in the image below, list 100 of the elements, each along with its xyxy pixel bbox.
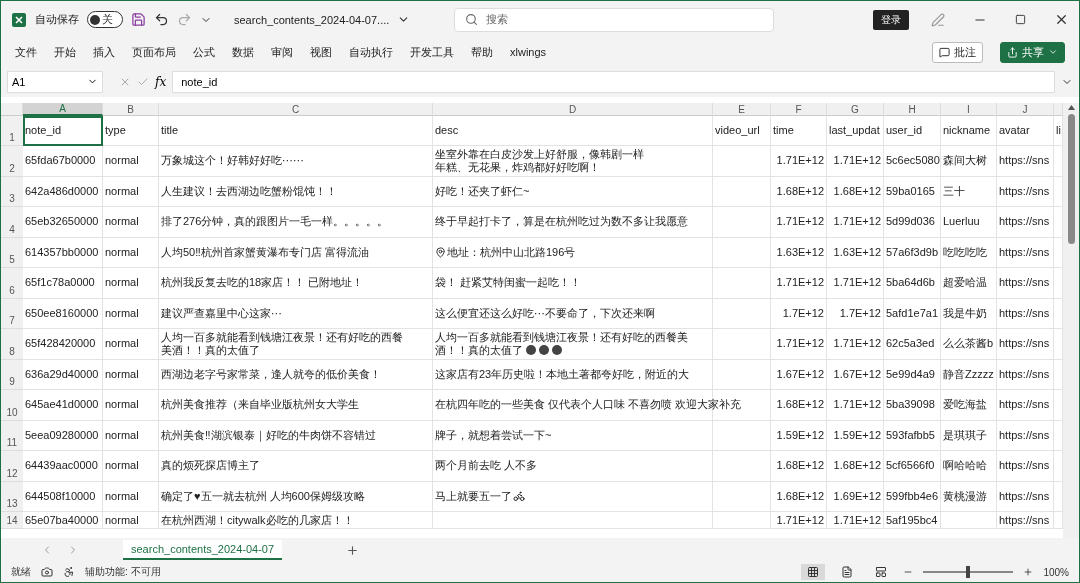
table-cell: 建议严查嘉里中心这家⋯ [159,298,433,329]
emoji-icon [526,345,536,356]
menu-item[interactable]: 页面布局 [132,44,176,60]
search-field[interactable]: 搜索 [454,7,775,32]
row-number: 1 [1,116,23,146]
row-number: 10 [1,390,23,421]
table-cell: https://sns [997,207,1054,238]
table-cell: 5ba39098 [884,390,941,421]
column-header[interactable]: E [713,103,771,116]
table-cell: 1.7E+12 [771,298,827,329]
table-cell: 1.68E+12 [771,451,827,482]
table-cell: 614357bb0000 [23,237,103,268]
emoji-icon [552,345,562,356]
share-icon [1007,46,1018,58]
menu-item[interactable]: xlwings [510,46,547,58]
table-cell: 终于早起打卡了，算是在杭州吃过为数不多让我愿意 [433,207,771,238]
column-header[interactable]: F [771,103,827,116]
menu-item[interactable]: 开发工具 [410,44,454,60]
table-cell: title [159,116,433,146]
table-cell: normal [103,237,159,268]
vertical-scrollbar[interactable] [1063,103,1079,538]
table-cell: 人均一百多就能看到钱塘江夜景！还有好吃的西餐 美酒！！真的太值了 [159,329,433,360]
table-cell: 这家店有23年历史啦！本地土著都夸好吃，附近的大 [433,359,771,390]
zoom-in-icon[interactable] [1023,567,1034,577]
table-cell: 593fafbb5 [884,420,941,451]
maximize-icon[interactable] [1015,14,1026,25]
function-label[interactable]: fx [155,74,167,89]
table-cell: 1.68E+12 [771,390,827,421]
table-cell: https://sns [997,268,1054,299]
view-button[interactable] [801,564,826,580]
table-cell: normal [103,390,159,421]
share-button[interactable]: 共享 [1000,41,1065,63]
table-cell: 1.7E+12 [827,298,884,329]
table-cell: 么么茶酱b [941,329,997,360]
sheet-tab[interactable]: search_contents_2024-04-07 [123,540,283,560]
file-title[interactable]: search_contents_2024-04-07.... [234,13,390,26]
zoom-level[interactable]: 100% [1043,566,1069,578]
excel-logo-icon [11,11,27,28]
row-number: 9 [1,359,23,390]
formula-field[interactable]: note_id [172,70,1055,93]
table-cell: normal [103,420,159,451]
table-cell: 636a29d40000 [23,359,103,390]
grid-icon [807,566,820,578]
menu-item[interactable]: 开始 [54,44,76,60]
table-cell: 袋！ 赶紧艾特闺蜜一起吃！！ [433,268,771,299]
column-header[interactable]: D [433,103,713,116]
column-header[interactable]: I [941,103,997,116]
login-button[interactable]: 登录 [873,9,909,30]
menu-item[interactable]: 文件 [15,44,37,60]
autosave-toggle[interactable]: 关 [87,11,123,28]
pen-icon[interactable] [931,12,945,27]
add-sheet-icon[interactable] [346,543,360,557]
empty-cell [941,512,997,529]
empty-cell [713,512,771,529]
table-cell: 1.71E+12 [771,329,827,360]
table-cell: 65e07ba40000 [23,512,103,529]
table-cell: 人均一百多就能看到钱塘江夜景！还有好吃的西餐美 酒！！真的太值了 [433,329,771,360]
menu-item[interactable]: 数据 [232,44,254,60]
menu-item[interactable]: 自动执行 [349,44,393,60]
undo-icon[interactable] [154,12,169,27]
table-cell: time [771,116,827,146]
comment-button[interactable]: 批注 [932,41,983,63]
accessibility-icon[interactable] [63,566,75,578]
table-cell: 59ba0165 [884,176,941,207]
column-header[interactable]: B [103,103,159,116]
name-box[interactable]: A1 [7,70,103,93]
scroll-thumb[interactable] [1067,114,1075,244]
table-cell: 1.69E+12 [827,481,884,512]
column-header[interactable]: G [827,103,884,116]
table-cell: 1.59E+12 [827,420,884,451]
save-icon[interactable] [131,12,146,27]
menu-item[interactable]: 帮助 [471,44,493,60]
emoji-icon [539,345,549,356]
table-cell: 真的烦死探店博主了 [159,451,433,482]
table-cell: normal [103,481,159,512]
bike-icon [513,490,525,503]
menu-item[interactable]: 公式 [193,44,215,60]
menu-item[interactable]: 视图 [310,44,332,60]
table-cell: 5ba64d6b [884,268,941,299]
column-header[interactable]: J [997,103,1054,116]
camera-icon[interactable] [41,566,53,578]
table-cell: 1.71E+12 [827,512,884,529]
column-header[interactable]: H [884,103,941,116]
table-cell: 650ee8160000 [23,298,103,329]
column-header[interactable]: C [159,103,433,116]
row-number: 5 [1,237,23,268]
table-cell: normal [103,451,159,482]
table-cell: 坐室外靠在白皮沙发上好舒服，像韩剧一样 年糕、无花果，炸鸡都好好吃啊！ [433,146,771,177]
menu-item[interactable]: 审阅 [271,44,293,60]
table-cell: 1.63E+12 [827,237,884,268]
table-cell: 马上就要五一了 [433,481,771,512]
scroll-up-icon[interactable] [1067,105,1075,110]
column-header[interactable]: A [23,103,103,116]
table-cell: 599fbb4e6 [884,481,941,512]
close-icon[interactable] [1054,12,1069,27]
accessibility-status[interactable]: 辅助功能: 不可用 [85,565,161,579]
comment-icon [939,46,950,58]
menu-item[interactable]: 插入 [93,44,115,60]
table-cell: 西湖边老字号家常菜，逢人就夸的低价美食！ [159,359,433,390]
table-cell: 1.71E+12 [771,207,827,238]
